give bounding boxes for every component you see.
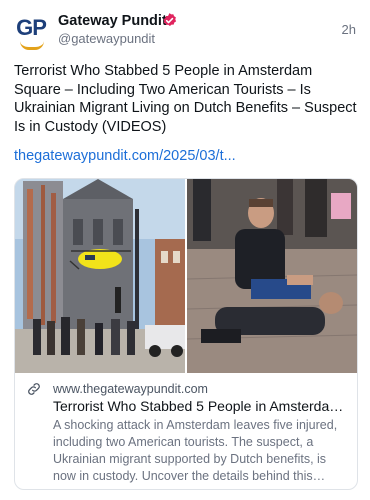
post-link[interactable]: thegatewaypundit.com/2025/03/t... bbox=[14, 147, 236, 165]
link-title: Terrorist Who Stabbed 5 People in Amster… bbox=[53, 398, 349, 414]
avatar[interactable]: GP bbox=[14, 14, 48, 50]
author-handle[interactable]: @gatewaypundit bbox=[58, 31, 155, 47]
link-preview-card[interactable]: www.thegatewaypundit.com Terrorist Who S… bbox=[14, 178, 358, 490]
author-name[interactable]: Gateway Pundit bbox=[58, 12, 167, 30]
verified-badge-icon bbox=[163, 13, 177, 27]
post-text: Terrorist Who Stabbed 5 People in Amster… bbox=[14, 63, 357, 135]
avatar-logo-text: GP bbox=[16, 15, 47, 40]
link-preview-image bbox=[15, 179, 357, 373]
link-description: A shocking attack in Amsterdam leaves fi… bbox=[53, 418, 338, 483]
post: GP Gateway Pundit @gatewaypundit 2h Terr… bbox=[0, 0, 370, 500]
link-domain: www.thegatewaypundit.com bbox=[53, 382, 208, 396]
avatar-swoosh bbox=[20, 41, 44, 50]
link-preview-details: www.thegatewaypundit.com Terrorist Who S… bbox=[15, 373, 357, 489]
post-timestamp[interactable]: 2h bbox=[342, 22, 356, 37]
link-icon bbox=[28, 383, 40, 395]
